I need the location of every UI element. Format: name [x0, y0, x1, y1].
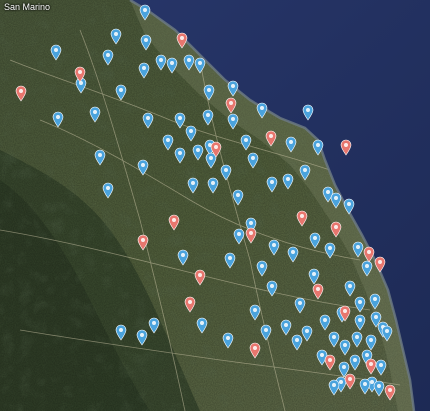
place-label-san-marino: San Marino [4, 2, 51, 12]
map-canvas[interactable] [0, 0, 430, 411]
satellite-map[interactable]: San Marino [0, 0, 430, 411]
